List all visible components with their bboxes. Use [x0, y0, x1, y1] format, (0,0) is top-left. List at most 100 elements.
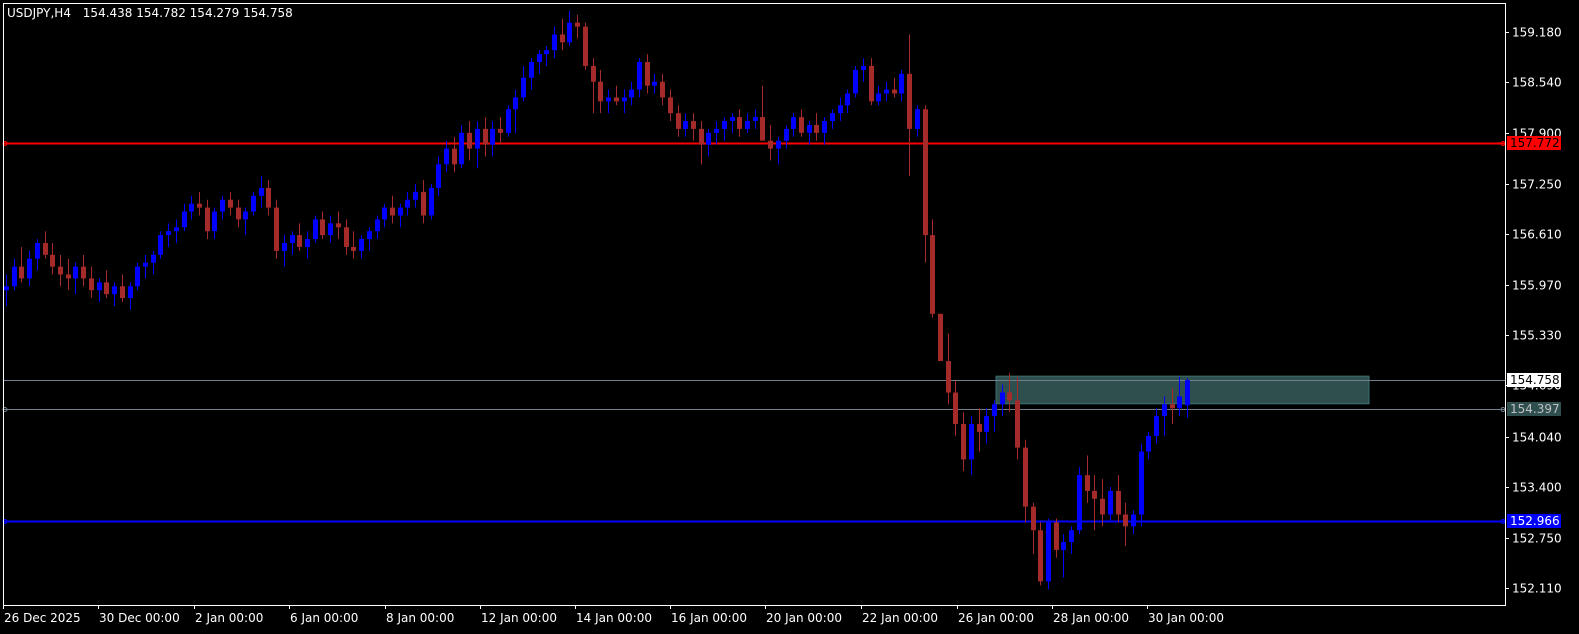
candle-body [606, 97, 611, 102]
candle-body [884, 89, 889, 94]
candle-body [290, 235, 295, 244]
candle-body [830, 113, 835, 122]
candle-body [1146, 435, 1151, 452]
candle-body [81, 266, 86, 279]
candle-body [591, 65, 596, 82]
candle-body [58, 266, 63, 275]
zone-price-tag: 154.397 [1507, 402, 1561, 416]
candle-body [1038, 530, 1043, 582]
candle-body [537, 54, 542, 63]
x-tick-label: 20 Jan 00:00 [766, 611, 842, 625]
symbol-label: USDJPY,H4 [7, 6, 71, 20]
candle-body [915, 109, 920, 129]
candle-body [984, 416, 989, 432]
x-tick-label: 2 Jan 00:00 [195, 611, 263, 625]
candle-body [799, 117, 804, 133]
candle-body [43, 243, 48, 255]
candle-body [946, 361, 951, 393]
candle-body [73, 266, 78, 279]
candle-body [390, 207, 395, 216]
candle-body [923, 109, 928, 236]
chart-title: USDJPY,H4 154.438 154.782 154.279 154.75… [7, 6, 293, 20]
candle-body [483, 128, 488, 145]
candle-body [1185, 380, 1190, 406]
candle-body [753, 117, 758, 122]
candle [938, 313, 943, 362]
y-tick-label: 159.180 [1512, 26, 1562, 40]
support-price-tag-text: 152.966 [1510, 514, 1560, 528]
x-tick-label: 8 Jan 00:00 [386, 611, 454, 625]
candle [429, 183, 434, 220]
candle-body [189, 203, 194, 212]
candle-body [598, 81, 603, 102]
candle-body [745, 121, 750, 129]
candle-body [490, 128, 495, 145]
candle-body [776, 140, 781, 149]
candle-body [791, 117, 796, 129]
candle-body [760, 117, 765, 141]
candle-body [683, 121, 688, 129]
candle-body [1162, 404, 1167, 417]
x-tick-label: 22 Jan 00:00 [862, 611, 938, 625]
candle-body [969, 424, 974, 460]
candle-body [313, 219, 318, 240]
candle-body [853, 69, 858, 94]
x-tick-label: 6 Jan 00:00 [290, 611, 358, 625]
candle-body [97, 282, 102, 291]
candle-body [467, 132, 472, 149]
candle-body [297, 235, 302, 247]
candle-body [89, 278, 94, 291]
y-tick-label: 152.750 [1512, 532, 1562, 546]
candle-body [1085, 475, 1090, 491]
candle-body [398, 207, 403, 216]
candle-body [807, 124, 812, 133]
candle-body [529, 62, 534, 78]
candle-body [1108, 490, 1113, 515]
candle-body [691, 121, 696, 129]
x-tick-label: 12 Jan 00:00 [481, 611, 557, 625]
candle-body [699, 128, 704, 145]
candle-body [367, 231, 372, 240]
candle-body [459, 132, 464, 165]
candle-body [1092, 490, 1097, 499]
candle-body [567, 22, 572, 43]
candle [583, 22, 588, 70]
candle-body [128, 286, 133, 299]
candle-body [938, 313, 943, 362]
candle-body [706, 132, 711, 145]
candle-body [205, 207, 210, 232]
candle-body [1077, 475, 1082, 531]
y-tick-label: 152.110 [1512, 582, 1562, 596]
candle-body [1046, 522, 1051, 582]
candle [1038, 522, 1043, 586]
x-tick-label: 30 Dec 00:00 [99, 611, 180, 625]
candle-body [822, 121, 827, 133]
candle-body [452, 148, 457, 165]
zone-price-tag-text: 154.397 [1510, 402, 1560, 416]
candle-body [668, 97, 673, 114]
y-tick-label: 156.610 [1512, 228, 1562, 242]
candle-body [1023, 447, 1028, 507]
candle-body [436, 164, 441, 188]
candle-body [151, 254, 156, 263]
candle-body [375, 219, 380, 232]
price-chart[interactable]: 159.180158.540157.900157.250156.610155.9… [0, 0, 1579, 634]
candle-body [730, 117, 735, 122]
y-tick-label: 155.330 [1512, 329, 1562, 343]
candle-body [382, 207, 387, 220]
candle-body [722, 121, 727, 129]
candle-body [637, 62, 642, 90]
candle-body [645, 62, 650, 86]
candle-body [182, 211, 187, 228]
candle-body [784, 128, 789, 141]
x-tick-label: 28 Jan 00:00 [1053, 611, 1129, 625]
candle-body [212, 211, 217, 232]
x-tick-label: 26 Jan 00:00 [958, 611, 1034, 625]
candle-body [1116, 490, 1121, 515]
candle-body [552, 34, 557, 51]
candle-body [359, 239, 364, 251]
candle-body [614, 97, 619, 102]
candle-body [676, 113, 681, 129]
candle-body [768, 140, 773, 149]
candle-body [814, 124, 819, 133]
